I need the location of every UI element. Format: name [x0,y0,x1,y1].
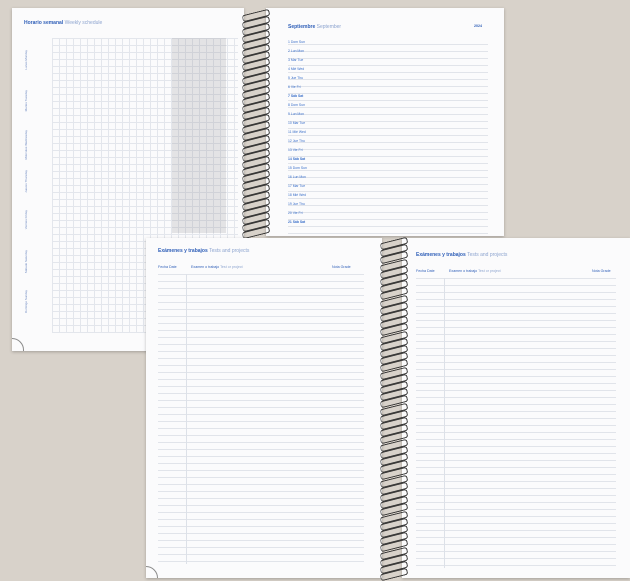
date-field-label: Fecha Date [416,269,435,273]
page-title: Septiembre September [288,24,342,30]
spiral-binding [376,236,416,581]
day-row: 21 Sáb Sat [288,220,306,224]
day-row: 18 Mié Wed [288,193,307,197]
day-label: Martes Tuesday [24,90,28,112]
day-row: 4 Mié Wed [288,67,305,71]
ruled-lines [416,278,616,568]
column-divider [186,274,187,564]
day-label: Domingo Sunday [24,290,28,314]
test-field-label: Examen o trabajo Test or project [191,265,243,269]
day-row: 10 Mar Tue [288,121,306,125]
day-row: 9 Lun Mon [288,112,305,116]
day-row: 20 Vie Fri [288,211,303,215]
page-title: Exámenes y trabajos Tests and projects [158,248,250,254]
day-row: 15 Dom Sun [288,166,307,170]
spiral-binding [238,8,278,240]
day-label: Jueves Thursday [24,170,28,193]
day-row: 19 Jue Thu [288,202,305,206]
ruled-lines [158,274,364,564]
day-row: 13 Vie Fri [288,148,303,152]
page-title: Horario semanal Weekly schedule [24,20,103,26]
day-label: Lunes Monday [24,50,28,70]
date-field-label: Fecha Date [158,265,177,269]
page-title: Exámenes y trabajos Tests and projects [416,252,508,258]
day-row: 17 Mar Tue [288,184,306,188]
day-row: 6 Vie Fri [288,85,301,89]
day-row: 3 Mar Tue [288,58,304,62]
day-row: 11 Mié Wed [288,130,306,134]
day-row: 12 Jue Thu [288,139,305,143]
day-row: 5 Jue Thu [288,76,304,80]
day-row: 2 Lun Mon [288,49,305,53]
day-label: Miércoles Wednesday [24,130,28,160]
day-row: 1 Dom Sun [288,40,305,44]
year-label: 2024 [474,24,482,28]
test-field-label: Examen o trabajo Test or project [449,269,501,273]
day-label: Sábado Saturday [24,250,28,274]
day-row: 7 Sáb Sat [288,94,304,98]
day-row: 16 Lun Mon [288,175,306,179]
column-divider [444,278,445,568]
day-label: Viernes Friday [24,210,28,230]
tests-page-left: Exámenes y trabajos Tests and projects F… [146,238,382,578]
september-page: Septiembre September 2024 1 Dom Sun 2 Lun… [266,8,504,236]
day-row: 8 Dom Sun [288,103,305,107]
page-corner-mark [146,566,158,578]
page-corner-mark [12,338,24,351]
day-row: 14 Sáb Sat [288,157,306,161]
day-lines [288,44,488,234]
tests-page-right: Exámenes y trabajos Tests and projects F… [402,238,630,578]
shaded-columns [172,38,226,233]
grade-field-label: Nota Grade [592,269,611,273]
grade-field-label: Nota Grade [332,265,351,269]
